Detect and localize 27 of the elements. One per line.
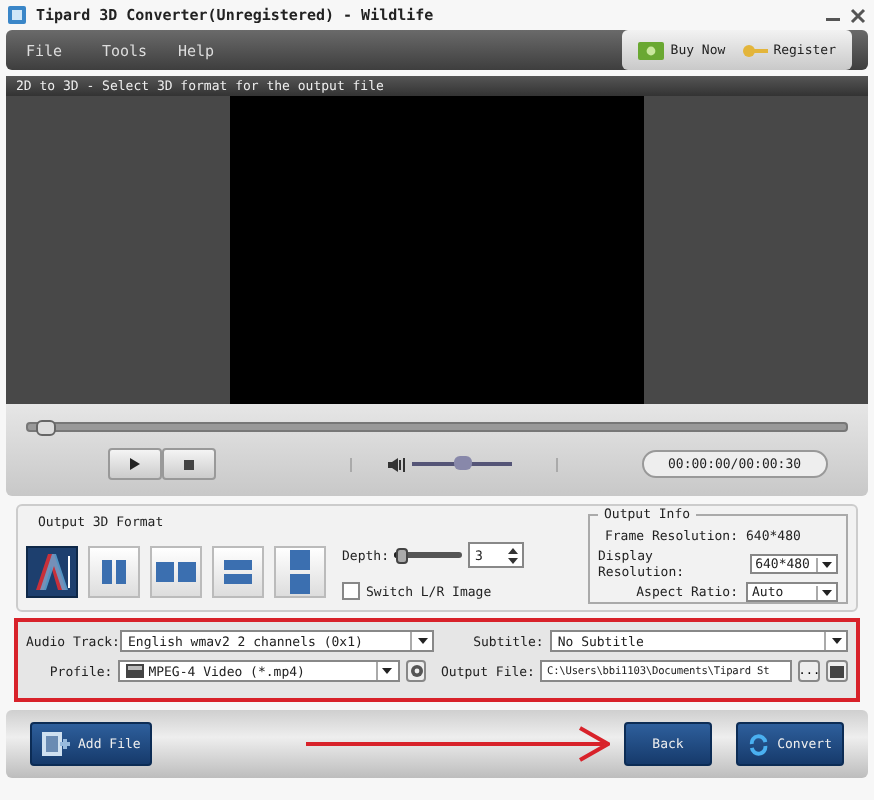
close-icon[interactable] xyxy=(850,7,866,23)
caret-icon xyxy=(382,668,393,674)
side-by-side-icon xyxy=(154,557,198,585)
caret-icon xyxy=(417,638,428,644)
settings-button[interactable] xyxy=(405,660,427,682)
app-icon xyxy=(8,6,26,24)
money-icon xyxy=(638,41,665,59)
play-icon xyxy=(130,458,140,470)
top-bottom-icon xyxy=(220,557,256,585)
caret-icon xyxy=(822,561,832,567)
anaglyph-icon xyxy=(30,549,74,593)
caret-icon xyxy=(822,589,832,595)
volume-icon[interactable] xyxy=(388,457,406,471)
open-folder-button[interactable] xyxy=(826,660,848,682)
checkbox[interactable] xyxy=(342,582,360,600)
caret-icon xyxy=(831,638,841,644)
depth-slider[interactable] xyxy=(394,552,463,558)
key-icon xyxy=(741,41,768,59)
refresh-icon xyxy=(748,733,770,755)
play-button[interactable] xyxy=(108,448,162,480)
stop-icon xyxy=(184,459,194,469)
progress-slider[interactable] xyxy=(26,422,848,432)
top-bottom-icon xyxy=(286,547,314,595)
side-by-side-icon xyxy=(100,555,128,587)
format-button[interactable] xyxy=(26,545,78,597)
slider-thumb[interactable] xyxy=(36,420,57,436)
stop-button[interactable] xyxy=(162,448,216,480)
